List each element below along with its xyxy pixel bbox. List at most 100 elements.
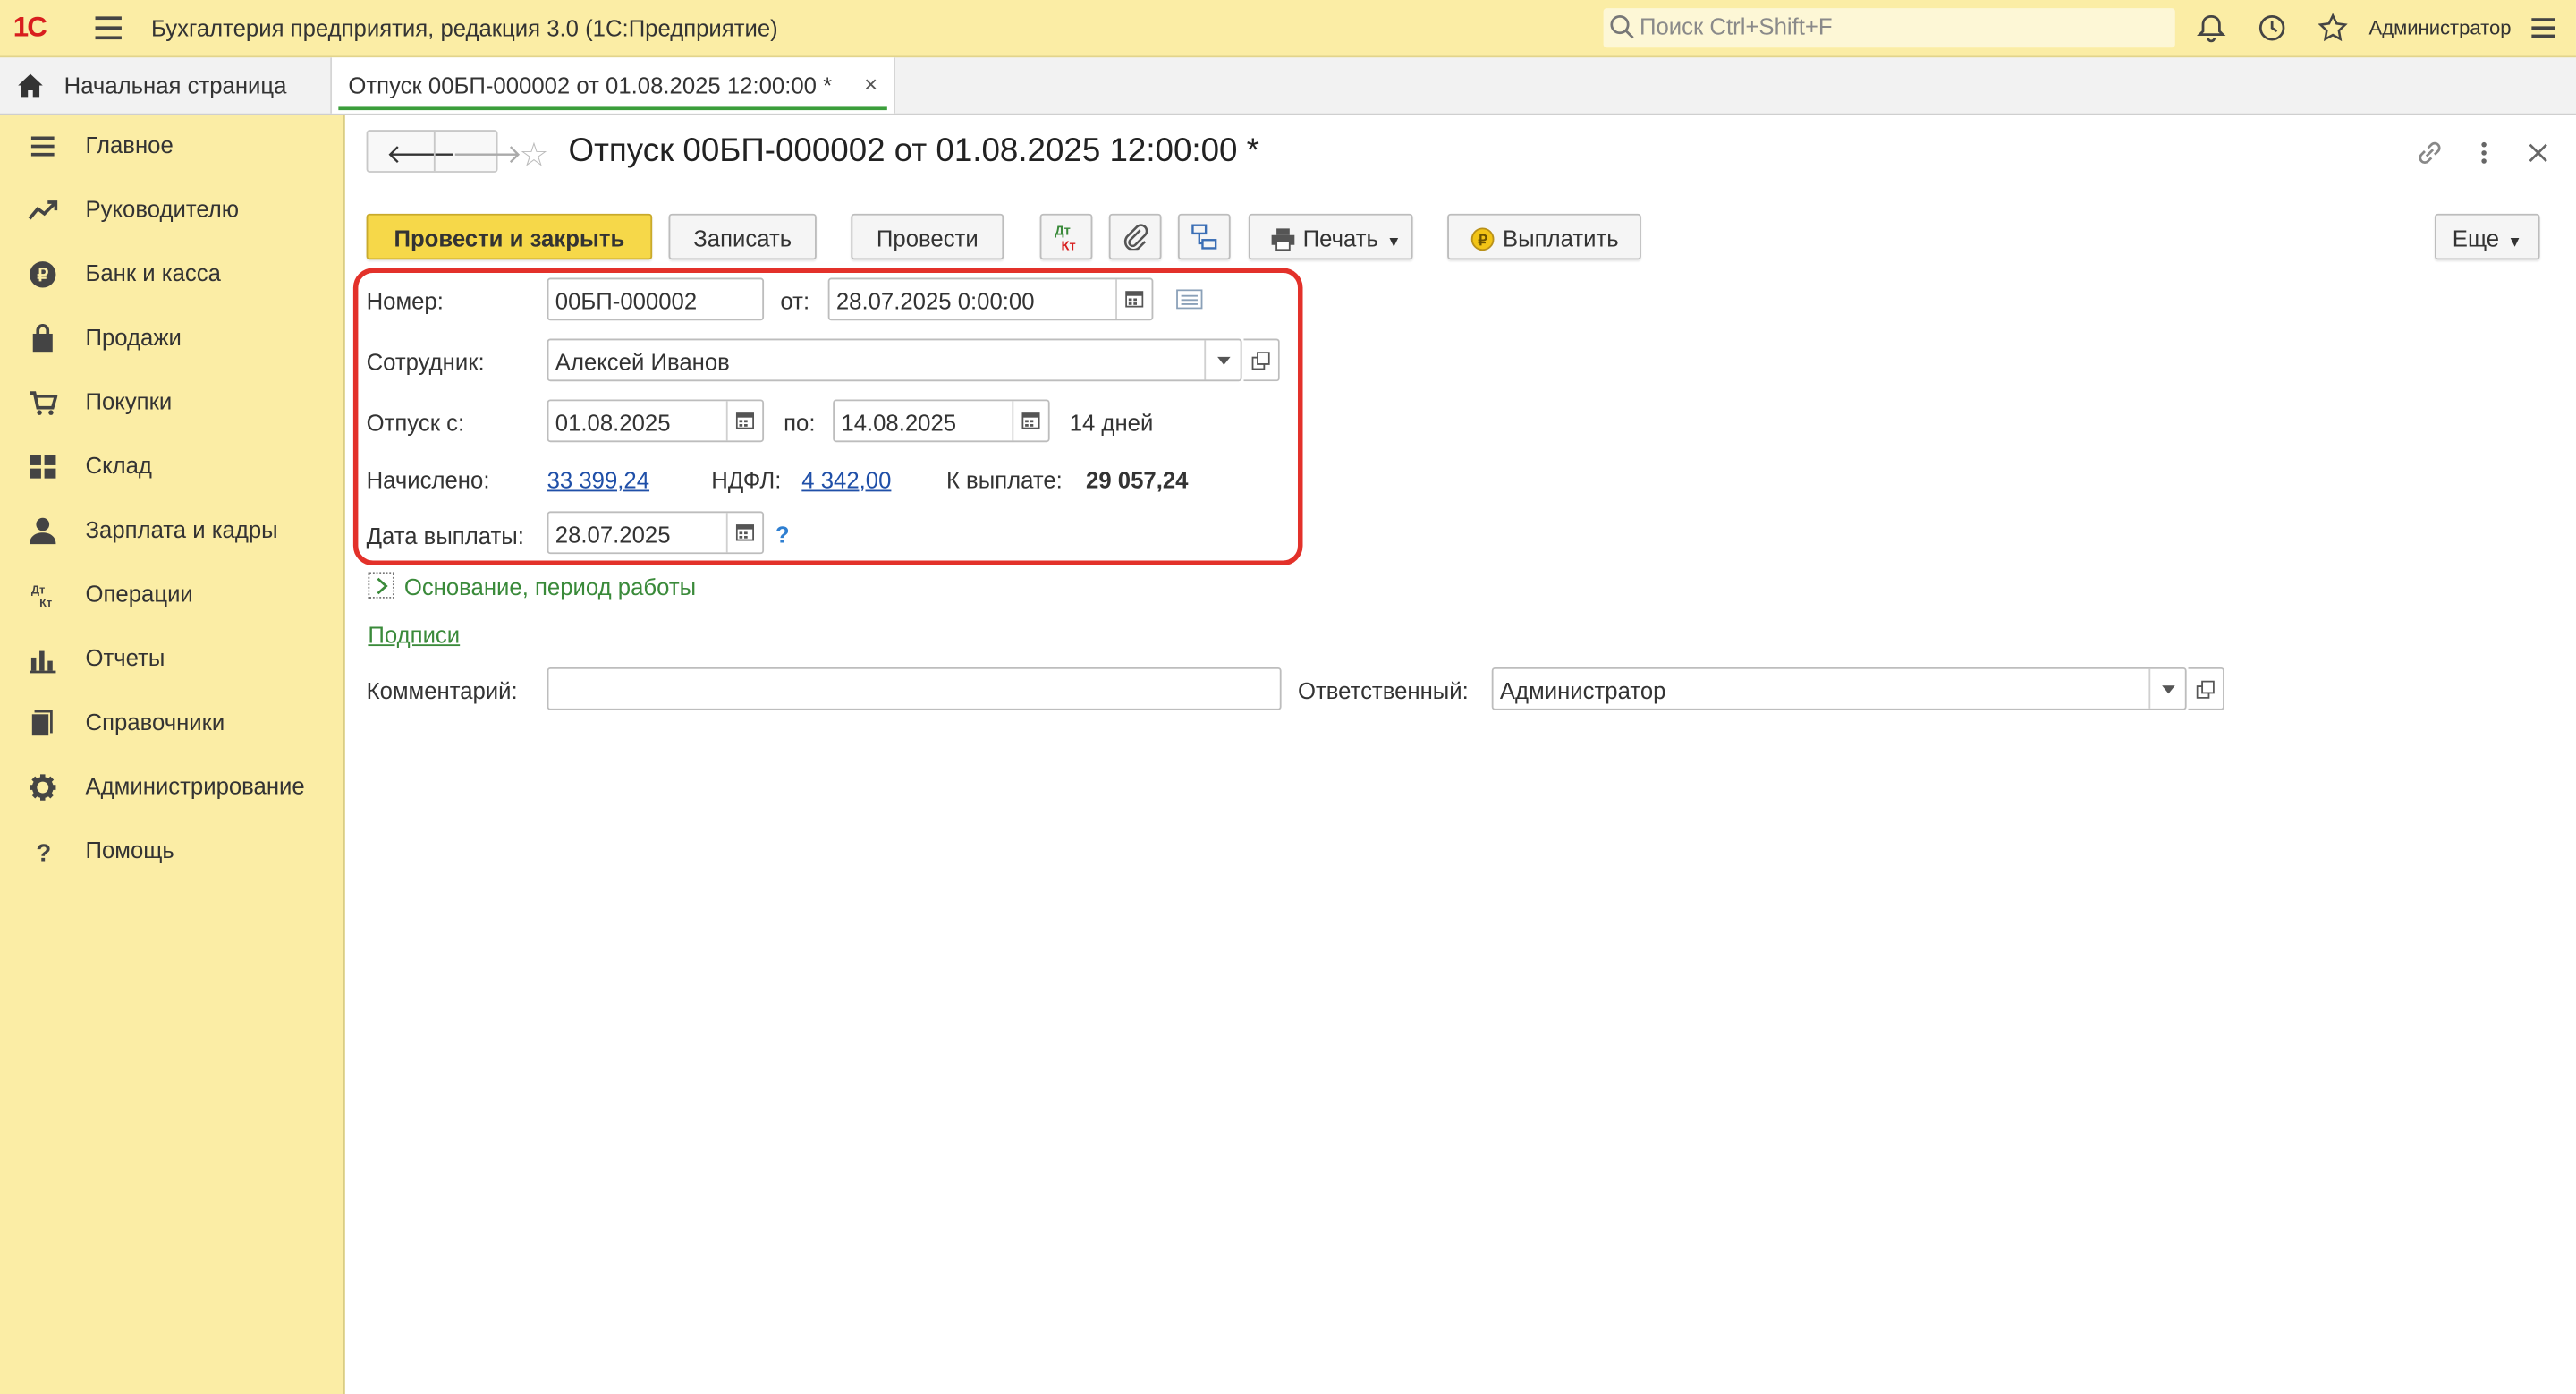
close-form-icon[interactable] — [2527, 141, 2550, 165]
forward-arrow-icon[interactable]: 🡒 — [452, 136, 522, 171]
document-info-icon[interactable] — [1176, 289, 1203, 310]
number-value: 00БП-000002 — [555, 287, 698, 314]
number-field[interactable]: 00БП-000002 — [547, 277, 765, 321]
vacation-end-field[interactable]: 14.08.2025 — [833, 399, 1050, 443]
date-from-label: от: — [780, 287, 810, 314]
svg-text:Дт: Дт — [31, 582, 45, 596]
basis-group-link[interactable]: Основание, период работы — [404, 574, 696, 599]
sidebar-item-manager[interactable]: Руководителю — [0, 186, 343, 235]
employee-field[interactable]: Алексей Иванов — [547, 338, 1242, 382]
ndfl-label: НДФЛ: — [711, 466, 782, 494]
open-icon — [2196, 680, 2215, 699]
link-icon[interactable] — [2415, 138, 2445, 167]
sidebar-item-help[interactable]: ? Помощь — [0, 827, 343, 876]
employee-value: Алексей Иванов — [555, 348, 730, 375]
document-date-field[interactable]: 28.07.2025 0:00:00 — [827, 277, 1154, 321]
sidebar-item-label: Главное — [85, 131, 174, 158]
dropdown-arrow-icon — [1216, 356, 1231, 365]
dt-kt-button[interactable]: Дт Кт — [1039, 213, 1093, 260]
payout-label: К выплате: — [945, 466, 1063, 494]
employee-dropdown-button[interactable] — [1204, 340, 1240, 380]
sidebar-item-main[interactable]: Главное — [0, 122, 343, 171]
sidebar-item-bank[interactable]: ₽ Банк и касса — [0, 250, 343, 299]
top-bar: 1С Бухгалтерия предприятия, редакция 3.0… — [0, 0, 2576, 58]
sidebar-item-references[interactable]: Справочники — [0, 699, 343, 748]
chevron-right-icon — [377, 577, 388, 595]
sidebar-item-label: Руководителю — [85, 195, 240, 223]
calendar-button[interactable] — [1012, 401, 1047, 441]
sidebar-item-label: Продажи — [85, 323, 182, 351]
save-button[interactable]: Записать — [668, 213, 817, 260]
more-button[interactable]: Еще ▼ — [2434, 213, 2540, 260]
favorites-icon[interactable] — [2318, 13, 2348, 43]
help-icon: ? — [36, 839, 51, 867]
settings-menu-icon[interactable] — [2531, 18, 2555, 43]
sidebar-item-label: Банк и касса — [85, 259, 221, 286]
responsible-field[interactable]: Администратор — [1491, 667, 2187, 710]
tab-document[interactable]: Отпуск 00БП-000002 от 01.08.2025 12:00:0… — [330, 57, 896, 114]
structure-button[interactable] — [1177, 213, 1231, 260]
history-nav: 🡐 🡒 — [366, 130, 522, 173]
home-icon — [18, 73, 43, 98]
open-icon — [1251, 352, 1270, 370]
form-title: Отпуск 00БП-000002 от 01.08.2025 12:00:0… — [568, 132, 1259, 170]
coin-icon: ₽ — [1470, 227, 1494, 251]
print-button[interactable]: Печать ▼ — [1248, 213, 1413, 260]
sidebar-item-payroll[interactable]: Зарплата и кадры — [0, 506, 343, 556]
user-name[interactable]: Администратор — [2369, 16, 2512, 39]
search-input[interactable]: Поиск Ctrl+Shift+F — [1603, 8, 2175, 48]
post-and-close-button[interactable]: Провести и закрыть — [366, 213, 653, 260]
pay-button[interactable]: ₽ Выплатить — [1447, 213, 1641, 260]
bag-icon — [32, 324, 53, 353]
pay-date-value: 28.07.2025 — [555, 521, 671, 548]
trend-icon — [28, 200, 58, 220]
svg-text:Кт: Кт — [39, 596, 52, 609]
sidebar-item-purchases[interactable]: Покупки — [0, 378, 343, 428]
bell-icon[interactable] — [2197, 13, 2226, 43]
sidebar-item-admin[interactable]: Администрирование — [0, 763, 343, 812]
accrued-link[interactable]: 33 399,24 — [547, 467, 649, 493]
caret-down-icon: ▼ — [1386, 233, 1402, 251]
responsible-open-button[interactable] — [2188, 667, 2224, 710]
sidebar-item-label: Склад — [85, 452, 152, 479]
ndfl-link[interactable]: 4 342,00 — [801, 467, 891, 493]
sidebar-item-warehouse[interactable]: Склад — [0, 442, 343, 491]
tab-close-icon[interactable]: × — [864, 71, 877, 97]
active-tab-indicator — [338, 106, 887, 111]
favorite-star-icon[interactable]: ☆ — [519, 135, 548, 176]
app-title: Бухгалтерия предприятия, редакция 3.0 (1… — [150, 14, 778, 41]
svg-text:₽: ₽ — [37, 266, 48, 285]
back-arrow-icon[interactable]: 🡐 — [386, 136, 457, 171]
accrued-label: Начислено: — [366, 466, 490, 494]
calendar-button[interactable] — [725, 401, 762, 441]
help-mark[interactable]: ? — [775, 521, 790, 547]
comment-field[interactable] — [547, 667, 1282, 710]
calendar-button[interactable] — [1115, 279, 1151, 319]
sidebar-item-operations[interactable]: Дт Кт Операции — [0, 571, 343, 620]
sidebar-item-sales[interactable]: Продажи — [0, 314, 343, 363]
pay-date-field[interactable]: 28.07.2025 — [547, 511, 765, 555]
more-vertical-icon[interactable] — [2472, 138, 2496, 167]
employee-open-button[interactable] — [1243, 338, 1280, 382]
sidebar-item-label: Зарплата и кадры — [85, 515, 278, 543]
expand-toggle[interactable] — [368, 572, 394, 599]
search-icon — [1610, 14, 1634, 39]
tab-home[interactable]: Начальная страница — [0, 57, 328, 113]
sidebar-item-reports[interactable]: Отчеты — [0, 634, 343, 684]
gear-icon — [30, 774, 56, 801]
responsible-value: Администратор — [1499, 676, 1666, 704]
main-menu-icon[interactable] — [95, 16, 122, 40]
sidebar-item-label: Помощь — [85, 837, 174, 863]
warehouse-icon — [30, 455, 56, 479]
app-logo[interactable]: 1С — [13, 12, 47, 45]
signatures-link[interactable]: Подписи — [368, 621, 460, 647]
sidebar-item-label: Покупки — [85, 387, 173, 414]
dropdown-arrow-icon — [2162, 685, 2175, 694]
history-icon[interactable] — [2258, 13, 2287, 43]
calendar-button[interactable] — [725, 513, 762, 553]
attach-button[interactable] — [1108, 213, 1162, 260]
responsible-dropdown-button[interactable] — [2148, 668, 2184, 709]
post-button[interactable]: Провести — [851, 213, 1004, 260]
vacation-start-field[interactable]: 01.08.2025 — [547, 399, 765, 443]
pay-label: Выплатить — [1503, 225, 1619, 252]
